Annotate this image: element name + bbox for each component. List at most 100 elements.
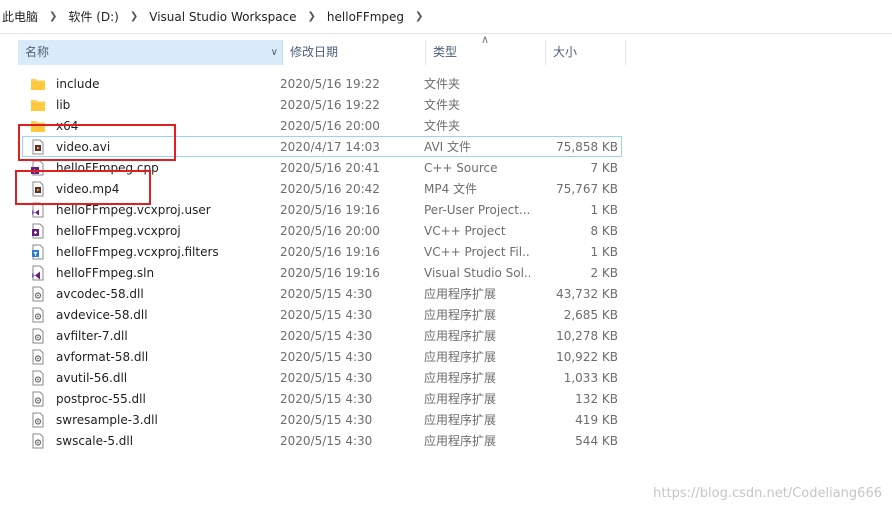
file-row[interactable]: swscale-5.dll 2020/5/15 4:30 应用程序扩展 544 KB: [22, 430, 622, 451]
file-type: 应用程序扩展: [424, 329, 497, 343]
vcxproj-file-icon: [30, 223, 46, 239]
chevron-right-icon[interactable]: ❯: [121, 11, 147, 22]
file-size: 8 KB: [590, 223, 618, 238]
file-date: 2020/5/15 4:30: [280, 433, 373, 448]
file-row[interactable]: helloFFmpeg.sln 2020/5/16 19:16 Visual Stu…: [22, 262, 622, 283]
file-date: 2020/5/15 4:30: [280, 391, 373, 406]
vs-user-file-icon: [30, 202, 46, 218]
file-name: lib: [56, 97, 71, 112]
dll-file-icon: [30, 286, 46, 302]
file-date: 2020/5/16 20:00: [280, 118, 380, 133]
file-date: 2020/5/16 19:22: [280, 97, 380, 112]
column-header-size[interactable]: 大小: [546, 40, 626, 65]
file-list: include 2020/5/16 19:22 文件夹 lib 2020/5/16 19…: [22, 73, 622, 451]
file-row[interactable]: avcodec-58.dll 2020/5/15 4:30 应用程序扩展 43,732…: [22, 283, 622, 304]
file-type: 应用程序扩展: [424, 392, 497, 406]
file-name: video.avi: [56, 139, 111, 154]
file-type: C++ Source: [424, 160, 498, 175]
chevron-right-icon[interactable]: ❯: [299, 11, 325, 22]
watermark: https://blog.csdn.net/Codeliang666: [653, 486, 882, 501]
breadcrumb-item-workspace[interactable]: Visual Studio Workspace: [147, 10, 298, 24]
file-size: 544 KB: [575, 433, 618, 448]
chevron-down-icon[interactable]: ∨: [271, 40, 278, 65]
file-type: Per-User Project...: [424, 202, 530, 217]
file-size: 419 KB: [575, 412, 618, 427]
chevron-right-icon[interactable]: ❯: [406, 11, 432, 22]
file-type: VC++ Project Fil...: [424, 244, 530, 259]
sort-ascending-icon: ∧: [481, 33, 490, 46]
file-type: 文件夹: [424, 77, 461, 91]
breadcrumb-item-helloffmpeg[interactable]: helloFFmpeg: [325, 10, 406, 24]
file-type: AVI 文件: [424, 140, 472, 154]
dll-file-icon: [30, 328, 46, 344]
breadcrumb: 此电脑 ❯ 软件 (D:) ❯ Visual Studio Workspace …: [0, 0, 892, 34]
file-row[interactable]: lib 2020/5/16 19:22 文件夹: [22, 94, 622, 115]
file-date: 2020/4/17 14:03: [280, 139, 380, 154]
file-size: 10,922 KB: [556, 349, 618, 364]
video-file-icon: [30, 139, 46, 155]
file-size: 7 KB: [590, 160, 618, 175]
file-name: helloFFmpeg.sln: [56, 265, 155, 280]
file-row[interactable]: avdevice-58.dll 2020/5/15 4:30 应用程序扩展 2,685…: [22, 304, 622, 325]
file-size: 1 KB: [590, 202, 618, 217]
file-row[interactable]: postproc-55.dll 2020/5/15 4:30 应用程序扩展 132 K…: [22, 388, 622, 409]
file-name: postproc-55.dll: [56, 391, 146, 406]
file-type: 应用程序扩展: [424, 308, 497, 322]
file-name: helloFFmpeg.vcxproj.user: [56, 202, 211, 217]
file-type: MP4 文件: [424, 182, 478, 196]
file-row[interactable]: helloFFmpeg.vcxproj.user 2020/5/16 19:16 P…: [22, 199, 622, 220]
file-type: 应用程序扩展: [424, 434, 497, 448]
file-row[interactable]: video.avi 2020/4/17 14:03 AVI 文件 75,858 KB: [22, 136, 622, 157]
column-header-type[interactable]: ∧ 类型: [426, 33, 546, 65]
file-date: 2020/5/15 4:30: [280, 328, 373, 343]
file-row[interactable]: x64 2020/5/16 20:00 文件夹: [22, 115, 622, 136]
file-type: 文件夹: [424, 98, 461, 112]
file-row[interactable]: ++ helloFFmpeg.cpp 2020/5/16 20:41 C++ Sour…: [22, 157, 622, 178]
file-row[interactable]: avfilter-7.dll 2020/5/15 4:30 应用程序扩展 10,278…: [22, 325, 622, 346]
file-row[interactable]: swresample-3.dll 2020/5/15 4:30 应用程序扩展 419 …: [22, 409, 622, 430]
file-row[interactable]: avutil-56.dll 2020/5/15 4:30 应用程序扩展 1,033 K…: [22, 367, 622, 388]
file-row[interactable]: helloFFmpeg.vcxproj 2020/5/16 20:00 VC++ P…: [22, 220, 622, 241]
file-date: 2020/5/16 20:42: [280, 181, 380, 196]
column-header-name[interactable]: 名称 ∨: [18, 40, 283, 65]
column-header-bar: 名称 ∨ 修改日期 ∧ 类型 大小: [18, 33, 626, 65]
svg-text:++: ++: [32, 168, 42, 175]
file-name: avdevice-58.dll: [56, 307, 148, 322]
file-row[interactable]: include 2020/5/16 19:22 文件夹: [22, 73, 622, 94]
file-name: helloFFmpeg.vcxproj.filters: [56, 244, 219, 259]
file-row[interactable]: video.mp4 2020/5/16 20:42 MP4 文件 75,767 KB: [22, 178, 622, 199]
file-name: video.mp4: [56, 181, 120, 196]
file-date: 2020/5/15 4:30: [280, 286, 373, 301]
file-date: 2020/5/16 19:22: [280, 76, 380, 91]
file-size: 43,732 KB: [556, 286, 618, 301]
file-size: 10,278 KB: [556, 328, 618, 343]
column-header-date-label: 修改日期: [290, 45, 339, 59]
breadcrumb-item-drive-d[interactable]: 软件 (D:): [66, 8, 120, 25]
file-size: 132 KB: [575, 391, 618, 406]
column-header-date[interactable]: 修改日期: [283, 40, 426, 65]
file-date: 2020/5/15 4:30: [280, 307, 373, 322]
file-row[interactable]: helloFFmpeg.vcxproj.filters 2020/5/16 19:…: [22, 241, 622, 262]
file-type: Visual Studio Sol...: [424, 265, 530, 280]
dll-file-icon: [30, 349, 46, 365]
file-name: avutil-56.dll: [56, 370, 128, 385]
video-file-icon: [30, 181, 46, 197]
column-header-type-label: 类型: [433, 45, 458, 59]
chevron-right-icon[interactable]: ❯: [40, 11, 66, 22]
breadcrumb-item-this-pc[interactable]: 此电脑: [0, 8, 40, 25]
dll-file-icon: [30, 412, 46, 428]
file-date: 2020/5/16 19:16: [280, 244, 380, 259]
file-row[interactable]: avformat-58.dll 2020/5/15 4:30 应用程序扩展 10,92…: [22, 346, 622, 367]
file-type: 应用程序扩展: [424, 413, 497, 427]
file-type: 应用程序扩展: [424, 350, 497, 364]
file-type: 应用程序扩展: [424, 371, 497, 385]
file-date: 2020/5/15 4:30: [280, 349, 373, 364]
folder-icon: [30, 76, 46, 92]
file-size: 1 KB: [590, 244, 618, 259]
file-type: 应用程序扩展: [424, 287, 497, 301]
dll-file-icon: [30, 370, 46, 386]
folder-icon: [30, 97, 46, 113]
filters-file-icon: [30, 244, 46, 260]
dll-file-icon: [30, 433, 46, 449]
file-size: 1,033 KB: [563, 370, 618, 385]
